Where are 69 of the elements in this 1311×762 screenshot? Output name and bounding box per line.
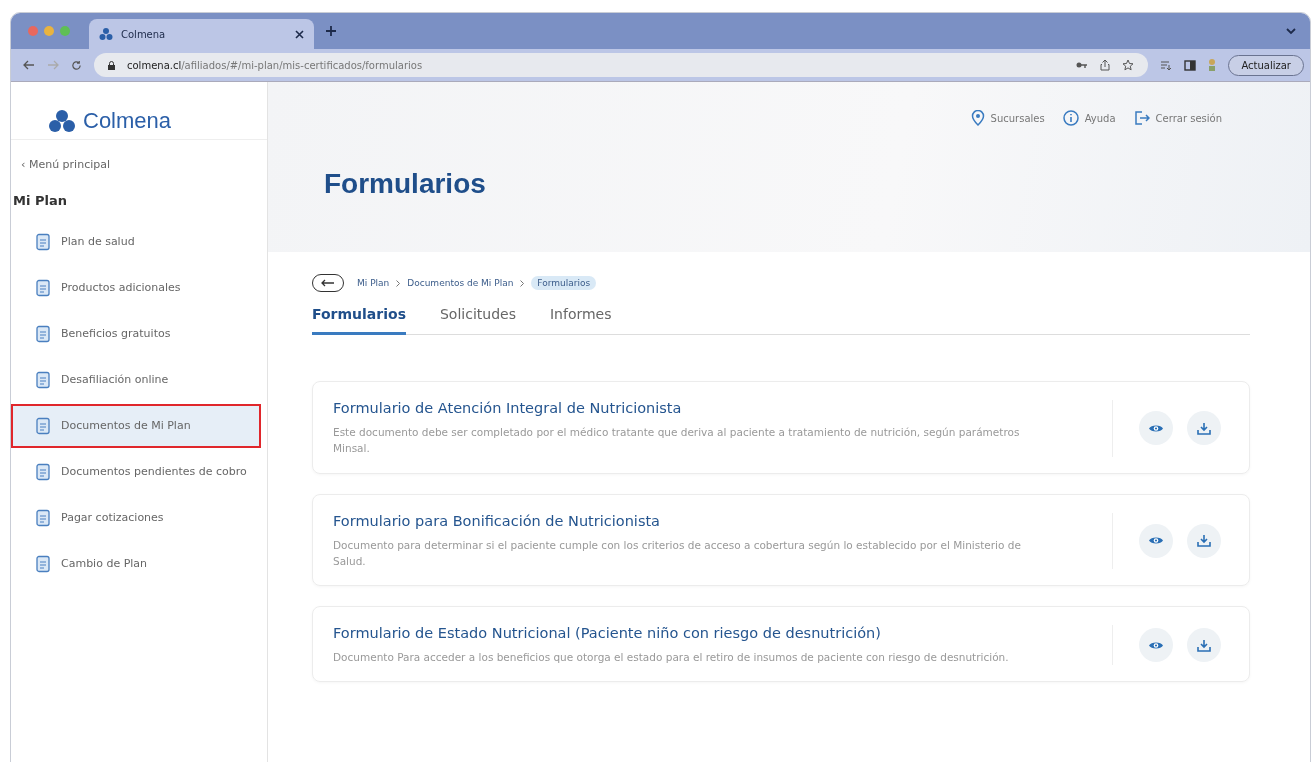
reload-icon[interactable] bbox=[71, 59, 82, 71]
document-icon bbox=[35, 417, 51, 435]
document-icon bbox=[35, 371, 51, 389]
share-icon[interactable] bbox=[1100, 59, 1111, 71]
side-panel-icon[interactable] bbox=[1184, 59, 1197, 71]
download-button[interactable] bbox=[1187, 628, 1221, 663]
document-description: Documento para determinar si el paciente cumple con los criterios de acceso a cobertura según lo establecido por el Ministerio de Salud. bbox=[333, 537, 1022, 569]
breadcrumb-link[interactable]: Documentos de Mi Plan bbox=[407, 278, 514, 288]
back-arrow-icon[interactable] bbox=[23, 60, 35, 70]
view-button[interactable] bbox=[1139, 628, 1173, 663]
tab[interactable]: Informes bbox=[549, 300, 612, 335]
view-button[interactable] bbox=[1139, 411, 1173, 446]
star-icon[interactable] bbox=[1122, 59, 1135, 71]
lock-icon bbox=[108, 60, 115, 70]
document-icon bbox=[35, 509, 51, 527]
download-icon bbox=[1197, 421, 1211, 435]
back-arrow-icon bbox=[321, 279, 335, 287]
document-title: Formulario de Atención Integral de Nutricionista bbox=[333, 400, 683, 416]
update-button[interactable]: Actualizar bbox=[1228, 54, 1304, 76]
logo-icon bbox=[47, 108, 77, 133]
tab-title: Colmena bbox=[121, 28, 167, 40]
main-menu-link[interactable]: ‹ Menú principal bbox=[11, 140, 267, 171]
chevron-right-icon bbox=[396, 279, 401, 287]
download-button[interactable] bbox=[1187, 411, 1221, 446]
sidebar-item[interactable]: Pagar cotizaciones bbox=[11, 496, 261, 540]
sidebar-item[interactable]: Documentos de Mi Plan bbox=[11, 404, 261, 448]
breadcrumb-link[interactable]: Formularios bbox=[531, 276, 597, 290]
header-link[interactable]: Sucursales bbox=[970, 110, 1045, 126]
logout-icon bbox=[1133, 111, 1150, 125]
sidebar-item[interactable]: Documentos pendientes de cobro bbox=[11, 450, 261, 494]
sidebar-item[interactable]: Cambio de Plan bbox=[11, 542, 261, 586]
sidebar-item[interactable]: Plan de salud bbox=[11, 220, 261, 264]
reading-list-icon[interactable] bbox=[1160, 59, 1173, 71]
sidebar-item[interactable]: Desafiliación online bbox=[11, 358, 261, 402]
chevron-right-icon bbox=[520, 279, 525, 287]
header-link[interactable]: Ayuda bbox=[1062, 110, 1116, 126]
logo-text: Colmena bbox=[83, 107, 172, 134]
document-title: Formulario para Bonificación de Nutricionista bbox=[333, 512, 661, 529]
sidebar-item[interactable]: Productos adicionales bbox=[11, 266, 261, 310]
key-icon[interactable] bbox=[1076, 61, 1089, 69]
url-text: colmena.cl/afiliados/#/mi-plan/mis-certificados/formularios bbox=[127, 59, 423, 71]
breadcrumb-link[interactable]: Mi Plan bbox=[357, 278, 390, 288]
tab[interactable]: Solicitudes bbox=[440, 300, 516, 335]
document-icon bbox=[35, 555, 51, 573]
document-icon bbox=[35, 463, 51, 481]
tab[interactable]: Formularios bbox=[312, 300, 406, 335]
document-icon bbox=[35, 325, 51, 343]
document-icon bbox=[35, 233, 51, 251]
logo-icon bbox=[99, 27, 113, 41]
download-icon bbox=[1197, 638, 1211, 652]
header-link[interactable]: Cerrar sesión bbox=[1133, 110, 1222, 126]
section-title: Mi Plan bbox=[12, 192, 68, 210]
document-title: Formulario de Estado Nutricional (Paciente niño con riesgo de desnutrición) bbox=[333, 625, 882, 642]
back-button[interactable] bbox=[312, 274, 344, 292]
chevron-down-icon[interactable] bbox=[1286, 27, 1296, 35]
location-pin-icon bbox=[970, 110, 985, 126]
browser-tab[interactable]: Colmena bbox=[89, 19, 314, 49]
download-icon bbox=[1197, 534, 1211, 548]
document-icon bbox=[35, 279, 51, 297]
address-field[interactable]: colmena.cl/afiliados/#/mi-plan/mis-certificados/formularios bbox=[94, 53, 1149, 77]
view-button[interactable] bbox=[1139, 523, 1173, 558]
document-description: Este documento debe ser completado por el médico tratante que deriva al paciente a tratamiento de nutrición, según parámetros Minsal. bbox=[333, 425, 1021, 457]
plus-icon[interactable] bbox=[326, 26, 336, 36]
close-icon[interactable] bbox=[295, 29, 304, 39]
document-description: Documento Para acceder a los beneficios que otorga el estado para el retiro de insumos de paciente con riesgo de desnutrición. bbox=[333, 650, 1010, 666]
page-title: Formularios bbox=[324, 168, 487, 200]
sidebar-item[interactable]: Beneficios gratuitos bbox=[11, 312, 261, 356]
info-icon bbox=[1062, 110, 1079, 126]
download-button[interactable] bbox=[1187, 523, 1221, 558]
